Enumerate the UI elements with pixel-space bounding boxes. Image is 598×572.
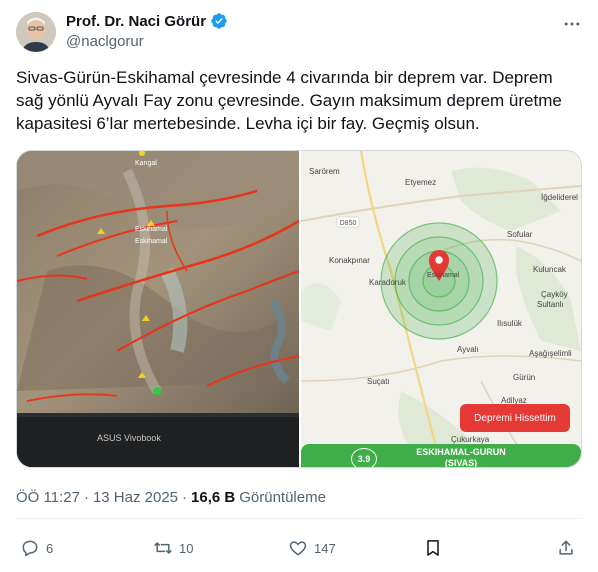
map-label-eskihamal-1: Eskihamal — [135, 226, 168, 233]
place-label: Aşağışelimli — [529, 349, 572, 358]
media-grid: Kangal Eskihamal Eskihamal ASUS Vivobook — [16, 150, 582, 468]
location-line-1: ESKIHAMAL-GURUN — [416, 447, 506, 457]
place-label: Kuluncak — [533, 265, 567, 274]
place-label: Sarörem — [309, 167, 340, 176]
action-bar: 6 10 147 — [16, 530, 582, 566]
meta-separator: · — [83, 489, 89, 506]
post-time[interactable]: ÖÖ 11:27 — [16, 489, 80, 506]
place-label: Çukurkaya — [451, 435, 490, 444]
tweet: Prof. Dr. Naci Görür @naclgorur Sivas-Gü… — [0, 0, 598, 572]
avatar[interactable] — [16, 12, 56, 52]
bookmark-icon — [427, 540, 439, 556]
magnitude-badge: 3.9 — [351, 448, 377, 467]
earthquake-app-map[interactable]: D850 Sarörem Etyemez İğdeliderel Sofular… — [301, 151, 581, 467]
views-label: Görüntüleme — [239, 489, 326, 506]
more-options-icon[interactable] — [560, 12, 584, 36]
share-button[interactable] — [556, 538, 576, 558]
reply-count: 6 — [46, 540, 54, 556]
post-date[interactable]: 13 Haz 2025 — [93, 489, 178, 506]
divider — [16, 518, 582, 519]
felt-button-label: Depremi Hissettim — [474, 412, 556, 424]
post-metadata: ÖÖ 11:27 · 13 Haz 2025 · 16,6 B Görüntül… — [16, 489, 326, 506]
place-label: Sultanlı — [537, 300, 564, 309]
place-label: Çayköy — [541, 290, 568, 299]
map-label-kangal: Kangal — [135, 160, 157, 167]
fault-map-photo[interactable]: Kangal Eskihamal Eskihamal ASUS Vivobook — [17, 151, 299, 467]
views-count: 16,6 B — [191, 489, 236, 506]
author-handle[interactable]: @naclgorur — [66, 33, 144, 50]
meta-separator: · — [182, 489, 188, 506]
map-label-eskihamal-2: Eskihamal — [135, 238, 168, 245]
place-label: Ayvalı — [457, 345, 479, 354]
place-label: Etyemez — [405, 178, 436, 187]
place-label: Karadoruk — [369, 278, 407, 287]
quake-location: ESKIHAMAL-GURUN (SIVAS) — [401, 447, 521, 467]
place-label: Gürün — [513, 373, 535, 382]
like-count: 147 — [314, 540, 336, 556]
magnitude-value: 3.9 — [357, 454, 371, 464]
place-label: İğdeliderel — [541, 193, 578, 202]
author-row: Prof. Dr. Naci Görür — [66, 12, 228, 30]
place-label: Ilısulük — [497, 319, 523, 328]
bookmark-button[interactable] — [423, 538, 443, 558]
quake-info-bar[interactable]: 3.9 ESKIHAMAL-GURUN (SIVAS) — [301, 444, 581, 467]
felt-earthquake-button[interactable]: Depremi Hissettim — [460, 404, 570, 432]
place-label: Sofular — [507, 230, 533, 239]
repost-button[interactable]: 10 — [153, 538, 193, 558]
place-label: Konakpınar — [329, 256, 370, 265]
verified-badge-icon — [210, 12, 228, 30]
place-label: Suçatı — [367, 377, 390, 386]
laptop-brand: ASUS Vivobook — [97, 433, 161, 443]
repost-count: 10 — [179, 540, 194, 556]
repost-icon — [154, 542, 172, 554]
reply-button[interactable]: 6 — [20, 538, 53, 558]
place-label: Eskihamal — [427, 272, 460, 279]
reply-icon — [22, 540, 38, 557]
location-line-2: (SIVAS) — [444, 458, 478, 467]
post-text: Sivas-Gürün-Eskihamal çevresinde 4 civar… — [16, 68, 562, 133]
share-icon — [559, 540, 573, 555]
author-name[interactable]: Prof. Dr. Naci Görür — [66, 13, 206, 30]
heart-icon — [289, 541, 307, 556]
like-button[interactable]: 147 — [288, 538, 336, 558]
road-label: D850 — [340, 220, 357, 227]
